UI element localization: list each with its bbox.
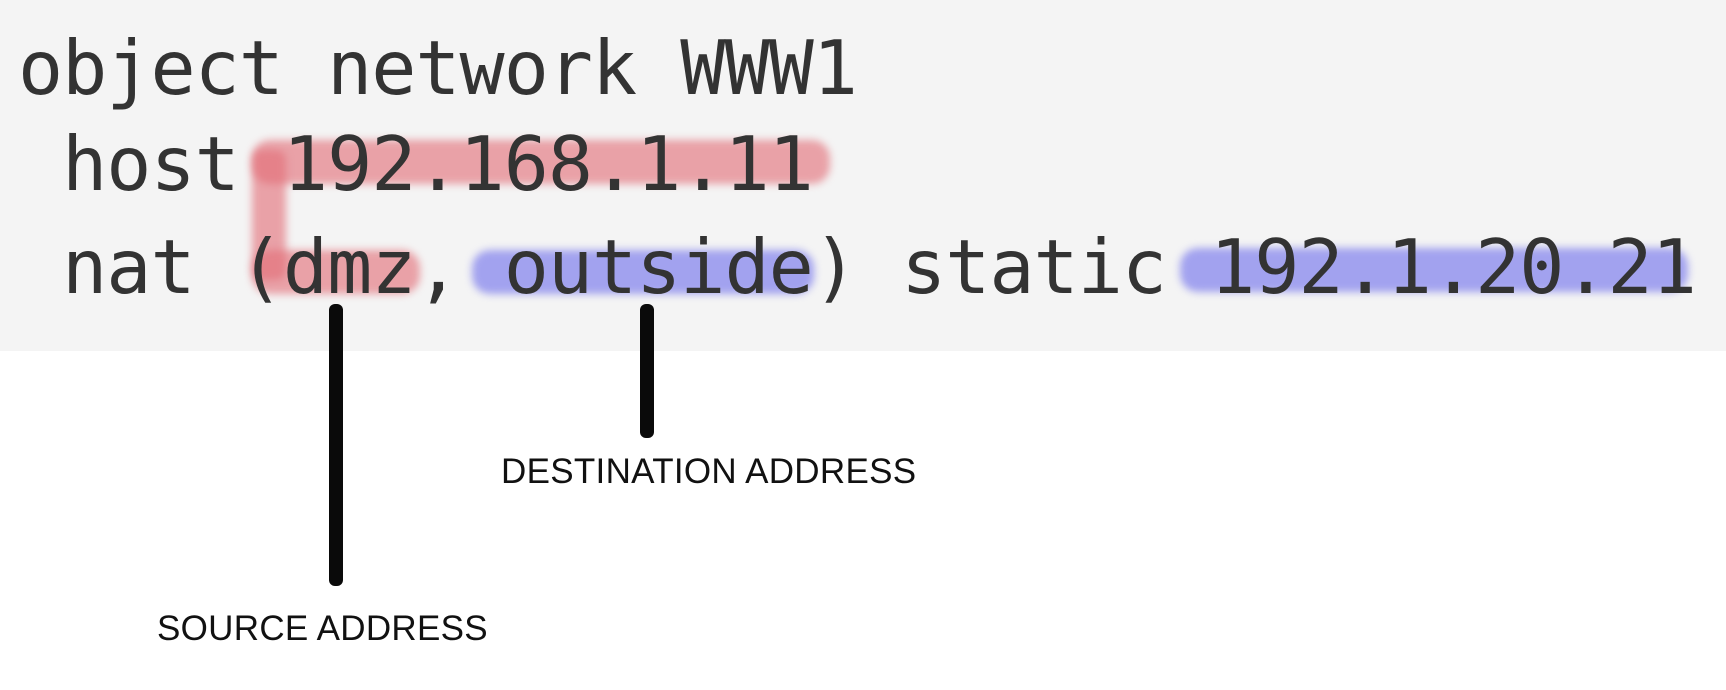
code-line-object: object network WWW1 — [18, 24, 858, 112]
source-leader-line — [329, 304, 343, 586]
code-block: object network WWW1 host 192.168.1.11 na… — [0, 0, 1726, 351]
code-line-host: host 192.168.1.11 — [18, 120, 814, 208]
destination-leader-line — [640, 304, 654, 438]
nat-diagram: object network WWW1 host 192.168.1.11 na… — [0, 0, 1726, 690]
source-address-label: SOURCE ADDRESS — [157, 609, 488, 648]
code-line-nat: nat (dmz, outside) static 192.1.20.21 — [18, 223, 1697, 311]
destination-address-label: DESTINATION ADDRESS — [501, 452, 917, 491]
